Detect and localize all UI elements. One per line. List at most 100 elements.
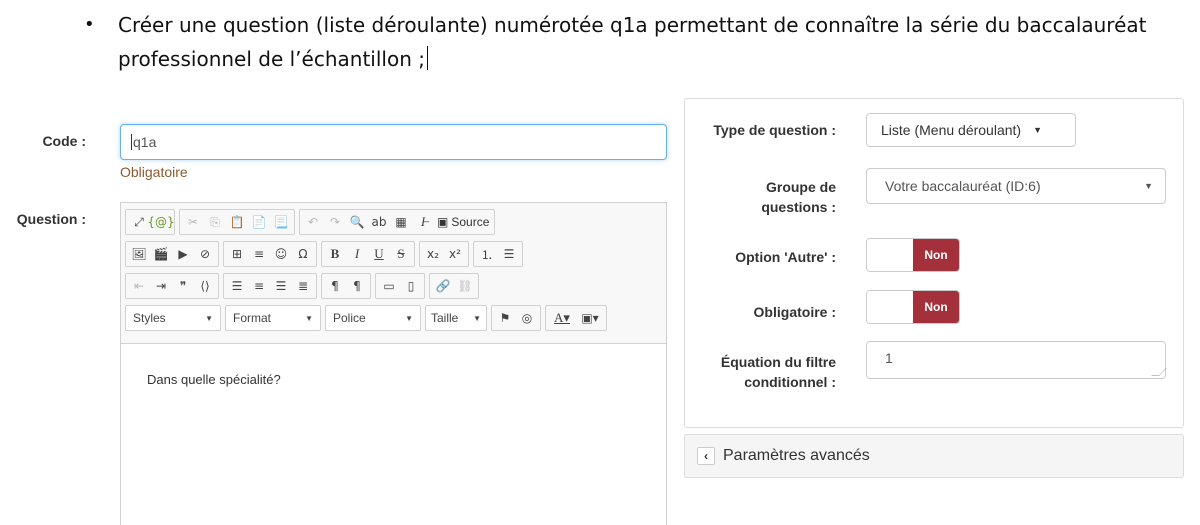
- text-cursor: [426, 46, 428, 70]
- toggle-handle: [867, 291, 914, 323]
- toolbar-group-clipboard: ✂ ⎘ 📋 📄 📃: [179, 209, 295, 235]
- ltr-icon[interactable]: ¶: [325, 276, 345, 296]
- advanced-settings-header[interactable]: ‹ Paramètres avancés: [684, 434, 1184, 478]
- toolbar-group-direction: ¶ ¶: [321, 273, 371, 299]
- source-label: Source: [451, 215, 490, 229]
- police-dropdown[interactable]: Police ▼: [325, 305, 421, 331]
- paste-icon[interactable]: 📋: [227, 212, 247, 232]
- copy-icon[interactable]: ⎘: [205, 212, 225, 232]
- format-label: Format: [233, 311, 272, 325]
- strikethrough-icon[interactable]: S: [391, 244, 411, 264]
- filter-equation-textarea[interactable]: 1: [866, 341, 1167, 379]
- input-caret: [131, 134, 132, 150]
- background-color-icon[interactable]: ▣▾: [577, 308, 603, 328]
- rtl-icon[interactable]: ¶: [347, 276, 367, 296]
- chevron-down-icon: ▼: [205, 313, 213, 323]
- blockquote-icon[interactable]: ❞: [173, 276, 193, 296]
- mandatory-label: Obligatoire :: [753, 304, 836, 320]
- superscript-icon[interactable]: x²: [445, 244, 465, 264]
- horizontal-line-icon[interactable]: ≡: [249, 244, 269, 264]
- code-input-value: q1a: [133, 134, 157, 150]
- instruction-sentence: Créer une question (liste déroulante) nu…: [118, 13, 1147, 71]
- code-input[interactable]: q1a: [120, 124, 667, 160]
- search-icon[interactable]: 🔍: [347, 212, 367, 232]
- taille-dropdown[interactable]: Taille ▼: [425, 305, 487, 331]
- group-label-line-2: questions :: [761, 199, 836, 215]
- page-break-icon[interactable]: ▯: [401, 276, 421, 296]
- group-label: Groupe de questions :: [692, 177, 836, 217]
- maximize-icon[interactable]: ⤢: [129, 212, 149, 232]
- bullet: •: [84, 14, 95, 35]
- table-icon[interactable]: ⊞: [227, 244, 247, 264]
- text-color-icon[interactable]: A▾: [549, 308, 575, 328]
- numbered-list-icon[interactable]: ⒈: [477, 244, 497, 264]
- select-arrow-icon: ▼: [1144, 181, 1153, 191]
- toolbar-group-align: ☰ ≡ ☰ ≣: [223, 273, 317, 299]
- undo-icon[interactable]: ↶: [303, 212, 323, 232]
- toolbar-group-lists: ⒈ ☰: [473, 241, 523, 267]
- editor-content-area[interactable]: Dans quelle spécialité?: [121, 343, 666, 525]
- toggle-handle: [867, 239, 914, 271]
- templates-icon[interactable]: ▦: [391, 212, 411, 232]
- video-icon[interactable]: 🎬: [151, 244, 171, 264]
- toggle-state-label: Non: [913, 291, 959, 323]
- toolbar-group-links: 🔗 ⛓: [429, 273, 479, 299]
- outdent-icon[interactable]: ⇤: [129, 276, 149, 296]
- toggle-state-label: Non: [913, 239, 959, 271]
- special-char-icon[interactable]: Ω: [293, 244, 313, 264]
- paste-word-icon[interactable]: 📃: [271, 212, 291, 232]
- link-icon[interactable]: 🔗: [433, 276, 453, 296]
- italic-icon[interactable]: I: [347, 244, 367, 264]
- smiley-icon[interactable]: ☺: [271, 244, 291, 264]
- align-left-icon[interactable]: ☰: [227, 276, 247, 296]
- replace-icon[interactable]: ab: [369, 212, 389, 232]
- remove-format-icon[interactable]: I̶: [413, 212, 433, 232]
- image-icon[interactable]: 🖼: [129, 244, 149, 264]
- caret-down-icon: ▼: [1033, 125, 1042, 135]
- underline-icon[interactable]: U: [369, 244, 389, 264]
- subscript-icon[interactable]: x₂: [423, 244, 443, 264]
- toolbar-group-misc: ⚑ ◎: [491, 305, 541, 331]
- other-option-toggle[interactable]: Non: [866, 238, 960, 272]
- toolbar-row-4: Styles ▼ Format ▼ Police ▼ Taille ▼ ⚑ ◎ A▾ ▣…: [125, 305, 607, 333]
- align-justify-icon[interactable]: ≣: [293, 276, 313, 296]
- toolbar-group-script: x₂ x²: [419, 241, 469, 267]
- unlink-icon[interactable]: ⛓: [455, 276, 475, 296]
- filter-label: Équation du filtre conditionnel :: [692, 352, 836, 392]
- question-type-dropdown[interactable]: Liste (Menu déroulant) ▼: [866, 113, 1076, 147]
- toolbar-row-1: ⤢ {@} ✂ ⎘ 📋 📄 📃 ↶ ↷ 🔍 ab ▦ I̶ ▣ Source: [125, 209, 496, 237]
- toolbar-group-media: 🖼 🎬 ▶ ⊘: [125, 241, 219, 267]
- source-button[interactable]: ▣ Source: [435, 215, 491, 229]
- paste-text-icon[interactable]: 📄: [249, 212, 269, 232]
- resize-grip-icon[interactable]: [1151, 368, 1167, 376]
- other-option-label: Option 'Autre' :: [735, 249, 836, 265]
- toolbar-group-insert: ⊞ ≡ ☺ Ω: [223, 241, 317, 267]
- filter-label-line-2: conditionnel :: [744, 374, 836, 390]
- flag-icon[interactable]: ⚑: [495, 308, 515, 328]
- globe-icon[interactable]: ◎: [517, 308, 537, 328]
- indent-icon[interactable]: ⇥: [151, 276, 171, 296]
- chevron-left-icon: ‹: [697, 447, 715, 465]
- iframe-icon[interactable]: ▭: [379, 276, 399, 296]
- youtube-icon[interactable]: ▶: [173, 244, 193, 264]
- styles-dropdown[interactable]: Styles ▼: [125, 305, 221, 331]
- type-label: Type de question :: [713, 122, 836, 138]
- toolbar-group-indent: ⇤ ⇥ ❞ ⟨⟩: [125, 273, 219, 299]
- show-blocks-icon[interactable]: {@}: [147, 212, 174, 232]
- flash-icon[interactable]: ⊘: [195, 244, 215, 264]
- question-group-select[interactable]: Votre baccalauréat (ID:6) ▼: [866, 168, 1166, 204]
- bulleted-list-icon[interactable]: ☰: [499, 244, 519, 264]
- styles-label: Styles: [133, 311, 166, 325]
- filter-equation-value: 1: [885, 350, 893, 366]
- align-center-icon[interactable]: ≡: [249, 276, 269, 296]
- mandatory-toggle[interactable]: Non: [866, 290, 960, 324]
- div-icon[interactable]: ⟨⟩: [195, 276, 215, 296]
- align-right-icon[interactable]: ☰: [271, 276, 291, 296]
- bold-icon[interactable]: B: [325, 244, 345, 264]
- question-type-value: Liste (Menu déroulant): [881, 122, 1022, 138]
- toolbar-row-3: ⇤ ⇥ ❞ ⟨⟩ ☰ ≡ ☰ ≣ ¶ ¶ ▭ ▯ 🔗 ⛓: [125, 273, 479, 301]
- format-dropdown[interactable]: Format ▼: [225, 305, 321, 331]
- cut-icon[interactable]: ✂: [183, 212, 203, 232]
- redo-icon[interactable]: ↷: [325, 212, 345, 232]
- instruction-text: Créer une question (liste déroulante) nu…: [118, 8, 1158, 76]
